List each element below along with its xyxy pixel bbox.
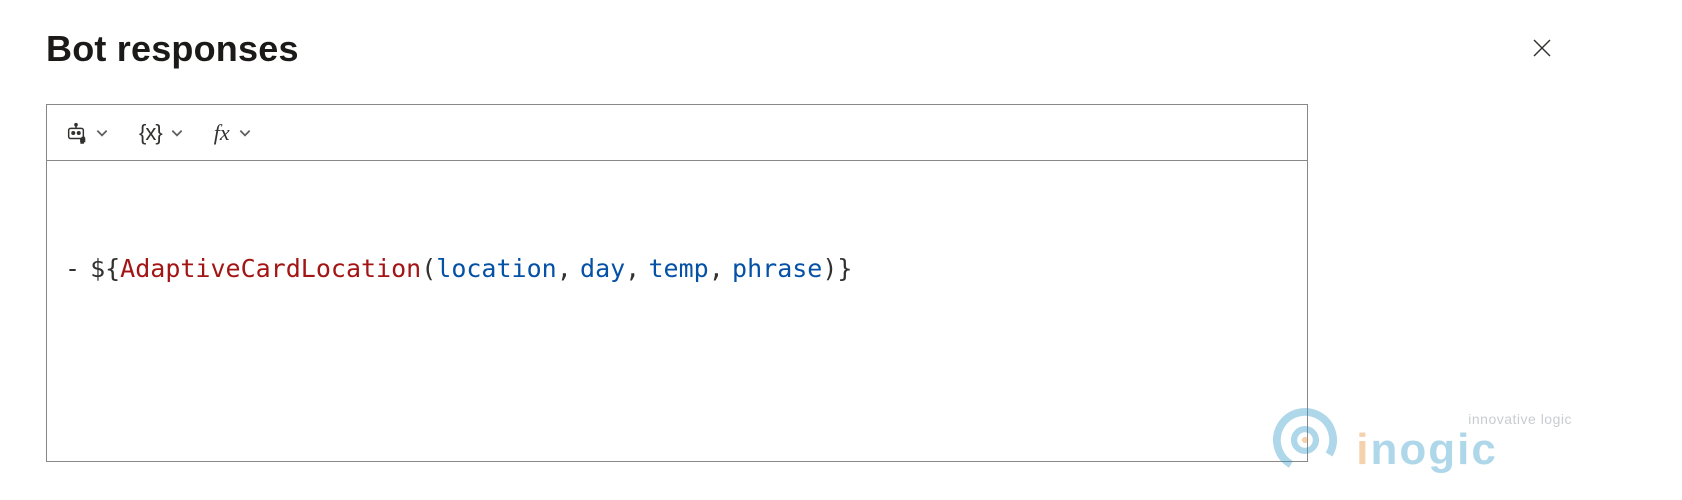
editor-toolbar: # {x} fx <box>47 105 1307 161</box>
code-editor[interactable]: - ${AdaptiveCardLocation(location,day,te… <box>47 161 1307 461</box>
bot-icon: # <box>65 122 87 144</box>
svg-text:#: # <box>81 136 85 144</box>
logo-tagline: innovative logic <box>1468 411 1572 427</box>
panel-title: Bot responses <box>46 28 299 70</box>
chevron-down-icon <box>95 126 109 140</box>
chevron-down-icon <box>238 126 252 140</box>
code-content: ${AdaptiveCardLocation(location,day,temp… <box>90 250 852 288</box>
watermark-logo: innovative logic inogic <box>1266 401 1572 484</box>
response-editor: # {x} fx - <box>46 104 1308 462</box>
close-button[interactable] <box>1526 34 1558 66</box>
close-icon <box>1530 36 1554 65</box>
code-line: - ${AdaptiveCardLocation(location,day,te… <box>65 250 1289 288</box>
panel-header: Bot responses <box>46 28 1636 70</box>
list-bullet: - <box>65 250 80 288</box>
variable-icon: {x} <box>139 120 162 146</box>
logo-brand: inogic <box>1356 425 1498 475</box>
insert-bot-dropdown[interactable]: # <box>59 118 115 148</box>
insert-function-dropdown[interactable]: fx <box>208 116 258 150</box>
fx-icon: fx <box>214 120 230 146</box>
bot-responses-panel: Bot responses # <box>0 0 1682 500</box>
chevron-down-icon <box>170 126 184 140</box>
insert-variable-dropdown[interactable]: {x} <box>133 116 190 150</box>
